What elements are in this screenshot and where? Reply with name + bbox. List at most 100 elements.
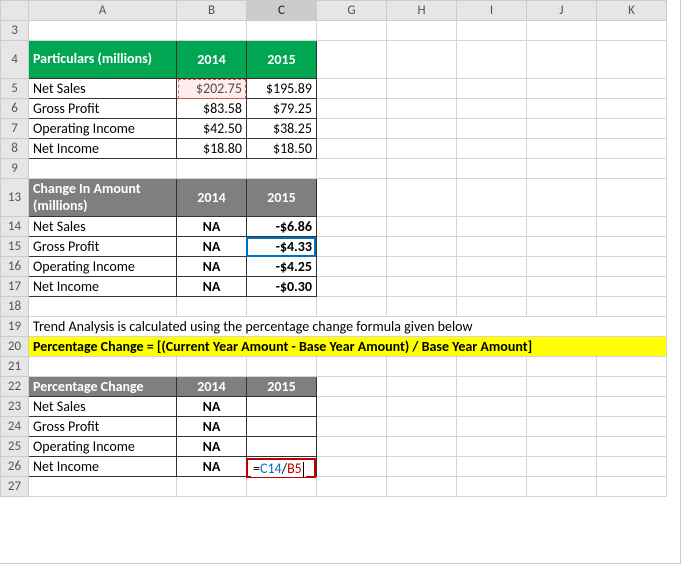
row-header[interactable]: 13: [1, 179, 29, 217]
row-header[interactable]: 4: [1, 41, 29, 79]
cell[interactable]: [247, 297, 317, 317]
cell[interactable]: [527, 159, 597, 179]
cell[interactable]: [177, 477, 247, 497]
cell[interactable]: [597, 377, 667, 397]
cell-A17[interactable]: Net Income: [29, 277, 177, 297]
cell[interactable]: [527, 437, 597, 457]
cell[interactable]: [527, 179, 597, 217]
cell[interactable]: [597, 297, 667, 317]
cell-C7[interactable]: $38.25: [247, 119, 317, 139]
row-header[interactable]: 3: [1, 21, 29, 41]
cell[interactable]: [317, 217, 387, 237]
cell[interactable]: [29, 477, 177, 497]
cell[interactable]: [457, 179, 527, 217]
cell[interactable]: [387, 79, 457, 99]
cell[interactable]: [317, 357, 387, 377]
cell[interactable]: [597, 179, 667, 217]
cell-A7[interactable]: Operating Income: [29, 119, 177, 139]
cell[interactable]: [317, 99, 387, 119]
table1-header-2015[interactable]: 2015: [247, 41, 317, 79]
col-header-I[interactable]: I: [457, 1, 527, 21]
row-header[interactable]: 8: [1, 139, 29, 159]
cell[interactable]: [457, 139, 527, 159]
cell-C23-active[interactable]: [247, 397, 317, 417]
cell[interactable]: [457, 217, 527, 237]
cell[interactable]: [317, 237, 387, 257]
col-header-C[interactable]: C: [247, 1, 317, 21]
cell[interactable]: [597, 99, 667, 119]
cell[interactable]: [317, 21, 387, 41]
row-header[interactable]: 25: [1, 437, 29, 457]
cell[interactable]: [247, 477, 317, 497]
cell-A19-note[interactable]: Trend Analysis is calculated using the p…: [29, 317, 667, 337]
cell[interactable]: [457, 99, 527, 119]
row-header[interactable]: 15: [1, 237, 29, 257]
cell-C8[interactable]: $18.50: [247, 139, 317, 159]
cell[interactable]: [457, 417, 527, 437]
cell[interactable]: [387, 477, 457, 497]
cell[interactable]: [29, 21, 177, 41]
cell[interactable]: [387, 297, 457, 317]
cell[interactable]: [527, 139, 597, 159]
cell[interactable]: [317, 79, 387, 99]
cell[interactable]: [29, 357, 177, 377]
cell[interactable]: [387, 119, 457, 139]
grid[interactable]: A B C G H I J K 3 4 Particulars (million…: [0, 0, 667, 497]
cell-A24[interactable]: Gross Profit: [29, 417, 177, 437]
cell[interactable]: [177, 357, 247, 377]
cell[interactable]: [457, 79, 527, 99]
cell[interactable]: [317, 397, 387, 417]
cell[interactable]: [457, 41, 527, 79]
cell[interactable]: [597, 119, 667, 139]
row-header[interactable]: 7: [1, 119, 29, 139]
row-header[interactable]: 18: [1, 297, 29, 317]
row-header[interactable]: 17: [1, 277, 29, 297]
table2-header-change[interactable]: Change In Amount (millions): [29, 179, 177, 217]
col-header-B[interactable]: B: [177, 1, 247, 21]
cell[interactable]: [597, 159, 667, 179]
cell-B24[interactable]: NA: [177, 417, 247, 437]
cell-C6[interactable]: $79.25: [247, 99, 317, 119]
cell-C16[interactable]: -$4.25: [247, 257, 317, 277]
cell[interactable]: [387, 159, 457, 179]
row-header[interactable]: 21: [1, 357, 29, 377]
cell-B7[interactable]: $42.50: [177, 119, 247, 139]
cell[interactable]: [597, 417, 667, 437]
cell[interactable]: [387, 437, 457, 457]
cell[interactable]: [527, 41, 597, 79]
cell[interactable]: [387, 457, 457, 477]
cell[interactable]: [317, 139, 387, 159]
cell[interactable]: [457, 257, 527, 277]
cell-B17[interactable]: NA: [177, 277, 247, 297]
cell[interactable]: [317, 159, 387, 179]
cell[interactable]: [457, 237, 527, 257]
cell[interactable]: [177, 297, 247, 317]
cell[interactable]: [597, 139, 667, 159]
row-header[interactable]: 24: [1, 417, 29, 437]
cell-B6[interactable]: $83.58: [177, 99, 247, 119]
table3-header-2015[interactable]: 2015: [247, 377, 317, 397]
cell[interactable]: [177, 21, 247, 41]
select-all-corner[interactable]: [1, 1, 29, 21]
cell[interactable]: [177, 159, 247, 179]
cell-B8[interactable]: $18.80: [177, 139, 247, 159]
cell[interactable]: [527, 217, 597, 237]
col-header-H[interactable]: H: [387, 1, 457, 21]
cell[interactable]: [29, 297, 177, 317]
row-header[interactable]: 27: [1, 477, 29, 497]
cell[interactable]: [527, 99, 597, 119]
cell-B16[interactable]: NA: [177, 257, 247, 277]
row-header[interactable]: 9: [1, 159, 29, 179]
cell[interactable]: [317, 277, 387, 297]
col-header-G[interactable]: G: [317, 1, 387, 21]
cell[interactable]: [457, 357, 527, 377]
cell-A16[interactable]: Operating Income: [29, 257, 177, 277]
cell-A15[interactable]: Gross Profit: [29, 237, 177, 257]
cell-B5[interactable]: $202.75: [177, 79, 247, 99]
cell[interactable]: [387, 397, 457, 417]
cell[interactable]: [597, 21, 667, 41]
cell-A20-formula-note[interactable]: Percentage Change = [(Current Year Amoun…: [29, 337, 667, 357]
cell[interactable]: [387, 21, 457, 41]
row-header[interactable]: 22: [1, 377, 29, 397]
cell[interactable]: [387, 357, 457, 377]
